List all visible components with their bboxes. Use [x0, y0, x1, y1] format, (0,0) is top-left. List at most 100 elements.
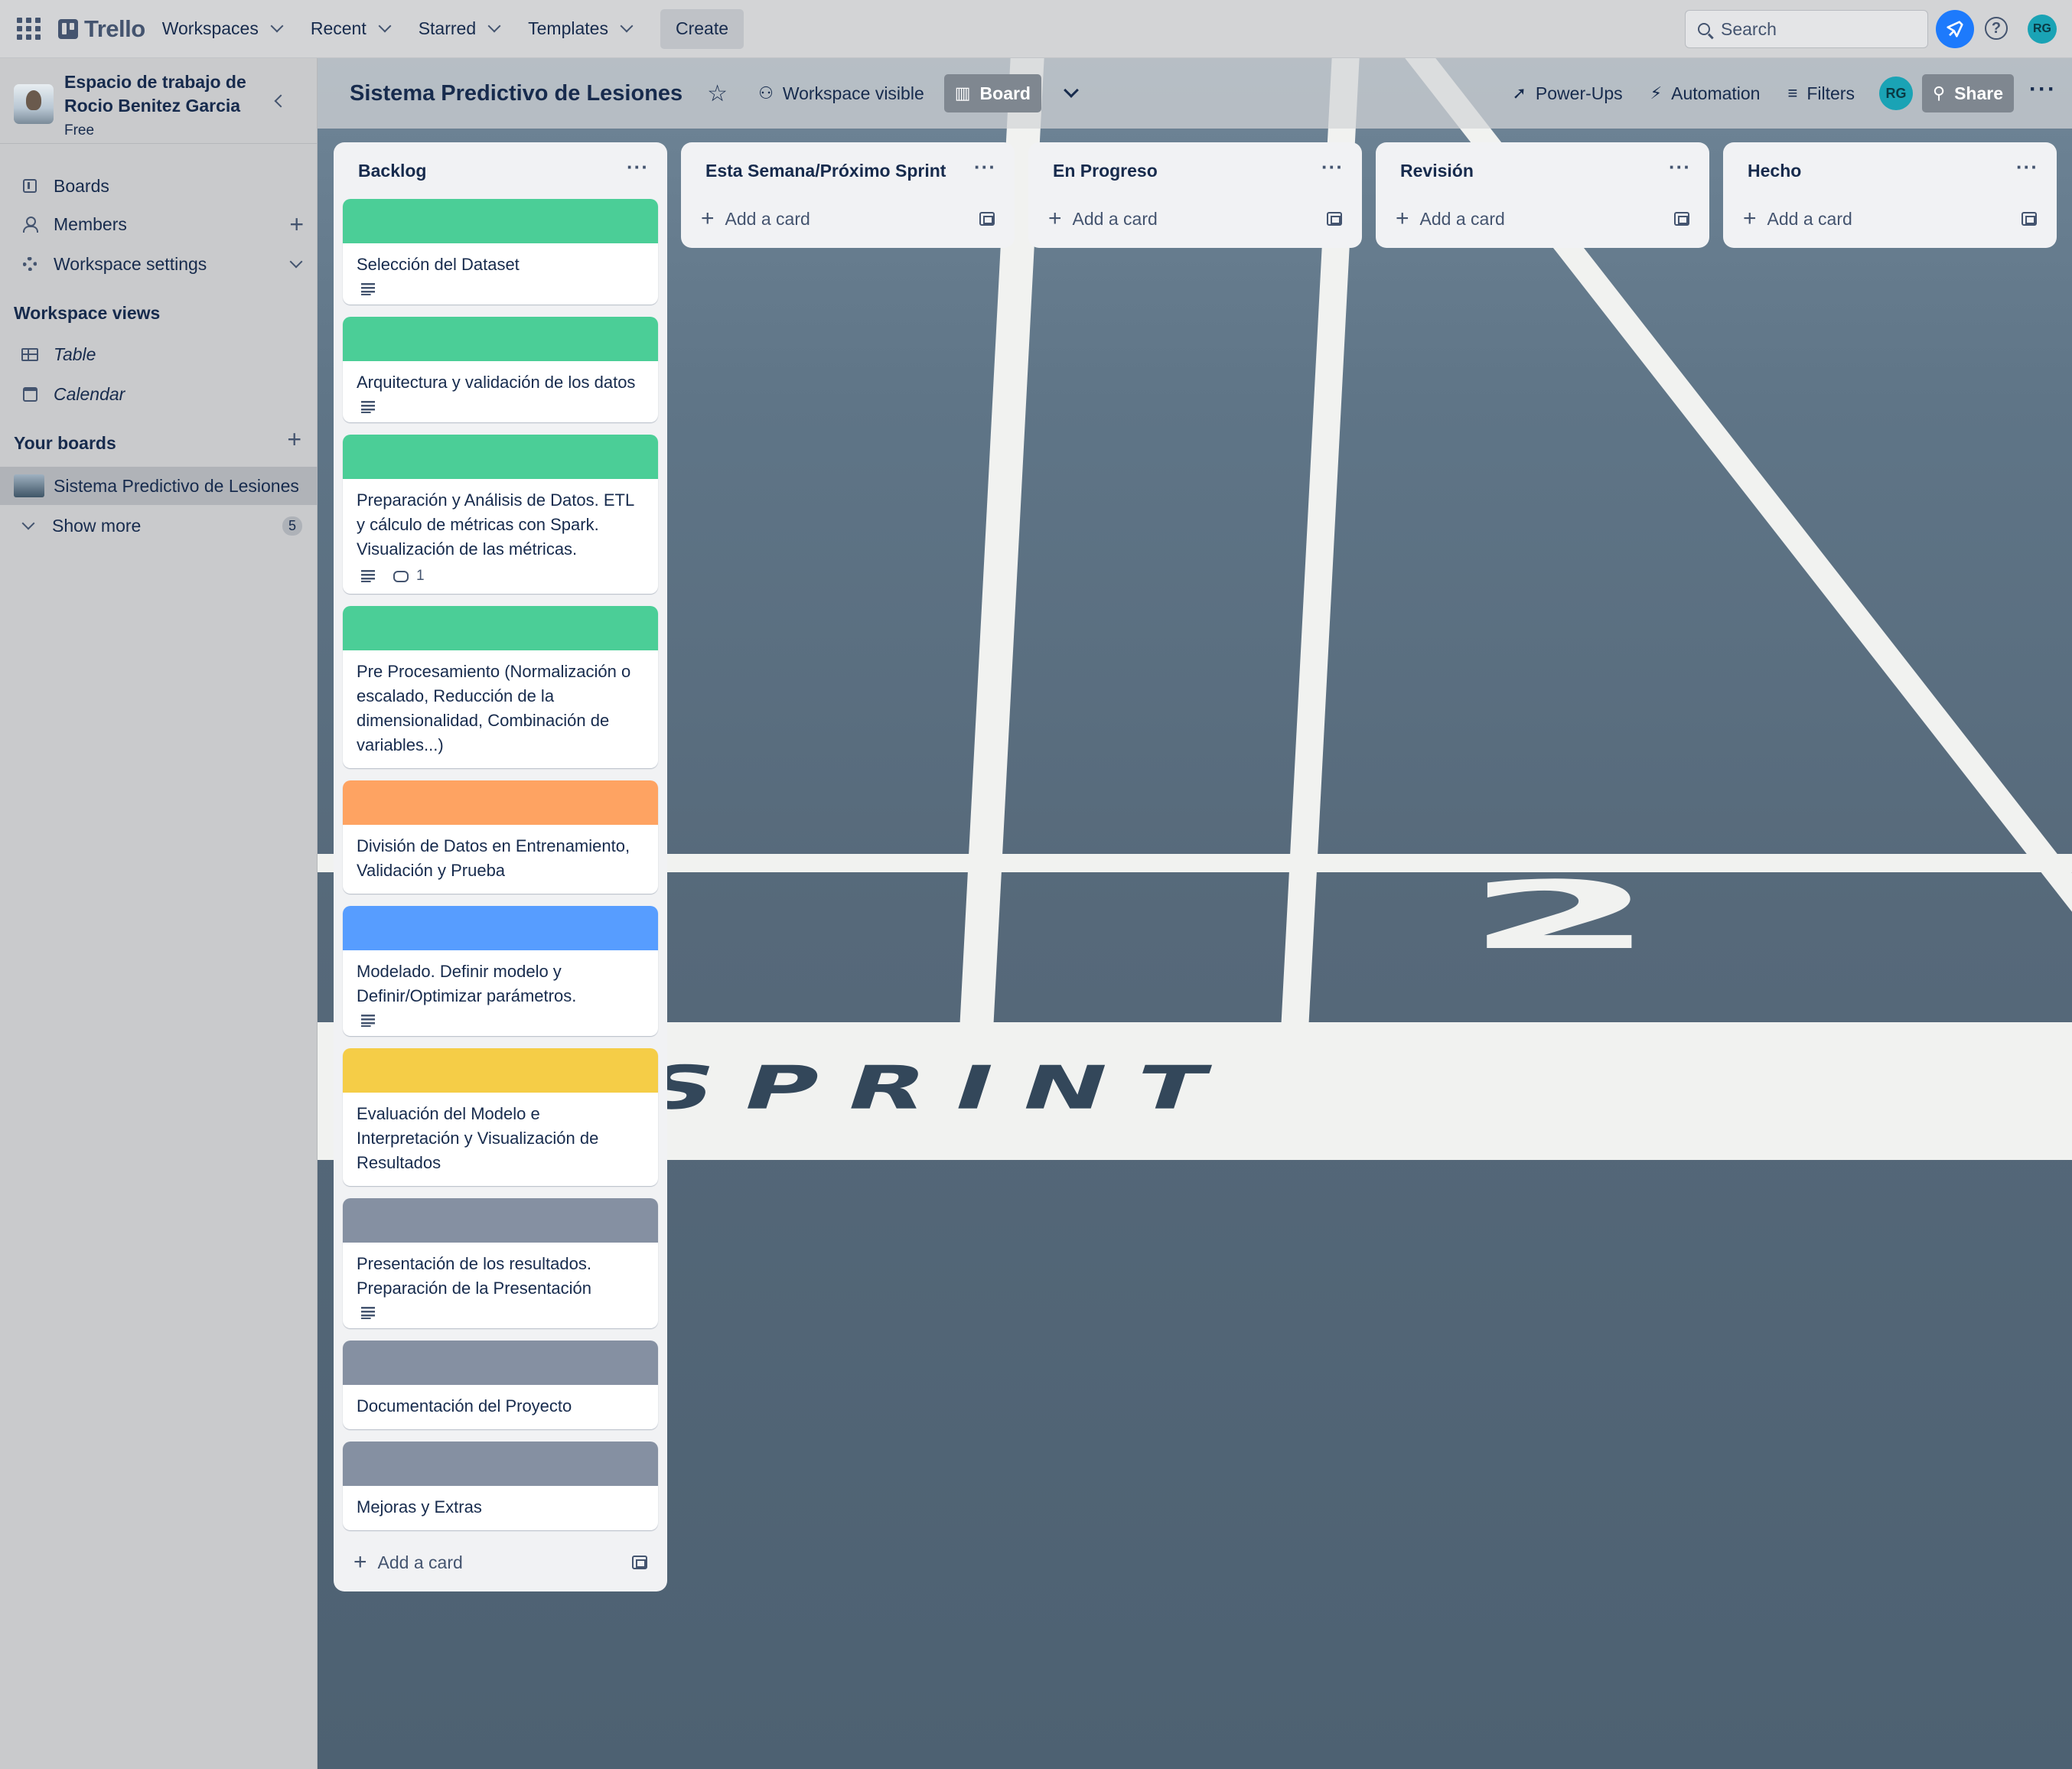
star-icon[interactable]: ☆ — [707, 80, 728, 107]
card-title: Presentación de los resultados. Preparac… — [357, 1254, 591, 1298]
list-menu-icon[interactable]: ··· — [1669, 155, 1691, 179]
add-card-button[interactable]: + Add a card — [343, 1543, 658, 1582]
user-avatar[interactable]: RG — [2028, 15, 2057, 44]
search-input[interactable] — [1721, 18, 1912, 40]
card-cover — [343, 906, 658, 950]
card[interactable]: Selección del Dataset — [343, 199, 658, 305]
card[interactable]: Arquitectura y validación de los datos — [343, 317, 658, 422]
workspace-name[interactable]: Espacio de trabajo de Rocio Benitez Garc… — [64, 70, 263, 118]
card-title: Modelado. Definir modelo y Definir/Optim… — [357, 962, 577, 1005]
card[interactable]: Documentación del Proyecto — [343, 1341, 658, 1429]
person-icon — [23, 217, 38, 233]
list-title[interactable]: Backlog — [358, 161, 426, 181]
board-header: Sistema Predictivo de Lesiones ☆ ⚇ Works… — [318, 58, 2072, 129]
add-board-icon[interactable]: + — [287, 425, 301, 454]
card[interactable]: Preparación y Análisis de Datos. ETL y c… — [343, 435, 658, 594]
share-button[interactable]: ⚲ Share — [1921, 74, 2015, 112]
create-from-template-icon[interactable] — [1327, 212, 1342, 226]
sidebar-item-current-board[interactable]: Sistema Predictivo de Lesiones — [0, 467, 318, 505]
list-menu-icon[interactable]: ··· — [2016, 155, 2038, 179]
add-member-icon[interactable]: + — [289, 212, 304, 236]
card[interactable]: Mejoras y Extras — [343, 1442, 658, 1530]
add-card-label: Add a card — [377, 1552, 463, 1572]
card[interactable]: Evaluación del Modelo e Interpretación y… — [343, 1048, 658, 1186]
background-word: SPRINT — [631, 1053, 1247, 1123]
sidebar-item-members[interactable]: Members + — [0, 205, 318, 243]
list-menu-icon[interactable]: ··· — [627, 155, 649, 179]
chevron-down-icon[interactable] — [1064, 83, 1079, 98]
card-cover — [343, 435, 658, 479]
board-view-label: Board — [979, 83, 1031, 103]
nav-recent[interactable]: Recent — [298, 9, 402, 49]
calendar-icon — [22, 386, 37, 402]
list-title[interactable]: Hecho — [1748, 161, 1801, 181]
share-label: Share — [1954, 83, 2004, 103]
board-view-button[interactable]: ▥ Board — [943, 74, 1041, 112]
chevron-down-icon — [21, 516, 35, 530]
create-from-template-icon[interactable] — [2022, 212, 2037, 226]
description-icon — [361, 283, 375, 295]
visibility-button[interactable]: ⚇ Workspace visible — [748, 74, 935, 112]
card[interactable]: Modelado. Definir modelo y Definir/Optim… — [343, 906, 658, 1036]
sidebar-item-calendar[interactable]: Calendar — [0, 375, 318, 413]
board-menu-icon[interactable]: ··· — [2029, 77, 2057, 103]
board-title[interactable]: Sistema Predictivo de Lesiones — [350, 81, 683, 106]
sidebar-item-boards[interactable]: Boards — [0, 167, 318, 205]
add-card-button[interactable]: + Add a card — [1385, 199, 1700, 239]
card-cover — [343, 780, 658, 825]
create-button[interactable]: Create — [660, 8, 744, 49]
sidebar-item-show-more[interactable]: Show more 5 — [0, 507, 318, 545]
filters-button[interactable]: ≡ Filters — [1777, 74, 1865, 112]
add-card-button[interactable]: + Add a card — [690, 199, 1005, 239]
add-card-label: Add a card — [1767, 208, 1852, 229]
card-title: Arquitectura y validación de los datos — [357, 373, 636, 392]
create-from-template-icon[interactable] — [632, 1556, 647, 1569]
add-card-label: Add a card — [1419, 208, 1505, 229]
nav-starred[interactable]: Starred — [406, 9, 511, 49]
list-menu-icon[interactable]: ··· — [974, 155, 996, 179]
list-title[interactable]: Revisión — [1400, 161, 1474, 181]
app-switcher-icon[interactable] — [15, 15, 43, 43]
chevron-down-icon — [378, 19, 392, 32]
description-icon — [361, 570, 375, 582]
card-cover — [343, 1198, 658, 1243]
chevron-down-icon — [620, 19, 634, 32]
chevron-down-icon[interactable] — [289, 255, 303, 269]
list-esta-semana: Esta Semana/Próximo Sprint ··· + Add a ca… — [681, 142, 1015, 248]
card-title: Selección del Dataset — [357, 255, 520, 274]
card[interactable]: Presentación de los resultados. Preparac… — [343, 1198, 658, 1328]
board-member-avatar[interactable]: RG — [1878, 77, 1913, 110]
sidebar-item-workspace-settings[interactable]: Workspace settings — [0, 245, 318, 283]
workspace-avatar[interactable] — [14, 84, 54, 124]
notifications-button[interactable] — [1936, 10, 1974, 48]
description-icon — [361, 1015, 375, 1027]
plus-icon: + — [1743, 206, 1757, 231]
filter-icon: ≡ — [1787, 83, 1798, 103]
description-icon — [361, 401, 375, 413]
your-boards-heading: Your boards — [14, 433, 116, 453]
nav-workspaces[interactable]: Workspaces — [150, 9, 294, 49]
trello-logo[interactable]: Trello — [58, 15, 145, 43]
sidebar-item-table[interactable]: Table — [0, 335, 318, 373]
automation-button[interactable]: ⚡ Automation — [1640, 74, 1771, 112]
card-title: Pre Procesamiento (Normalización o escal… — [357, 662, 631, 754]
table-icon — [21, 347, 38, 361]
collapse-sidebar-icon[interactable] — [274, 94, 288, 108]
powerups-button[interactable]: ➚ Power-Ups — [1501, 74, 1633, 112]
card[interactable]: División de Datos en Entrenamiento, Vali… — [343, 780, 658, 894]
add-card-button[interactable]: + Add a card — [1732, 199, 2048, 239]
card-title: Evaluación del Modelo e Interpretación y… — [357, 1104, 599, 1172]
create-from-template-icon[interactable] — [1674, 212, 1689, 226]
add-card-button[interactable]: + Add a card — [1038, 199, 1353, 239]
nav-workspaces-label: Workspaces — [161, 18, 259, 38]
card-cover — [343, 606, 658, 650]
nav-templates[interactable]: Templates — [516, 9, 643, 49]
card[interactable]: Pre Procesamiento (Normalización o escal… — [343, 606, 658, 768]
card-title: Mejoras y Extras — [357, 1497, 482, 1517]
list-title[interactable]: Esta Semana/Próximo Sprint — [705, 161, 946, 181]
create-from-template-icon[interactable] — [979, 212, 995, 226]
help-icon[interactable]: ? — [1985, 17, 2008, 40]
list-menu-icon[interactable]: ··· — [1321, 155, 1344, 179]
list-title[interactable]: En Progreso — [1053, 161, 1158, 181]
search-box[interactable] — [1685, 10, 1928, 48]
